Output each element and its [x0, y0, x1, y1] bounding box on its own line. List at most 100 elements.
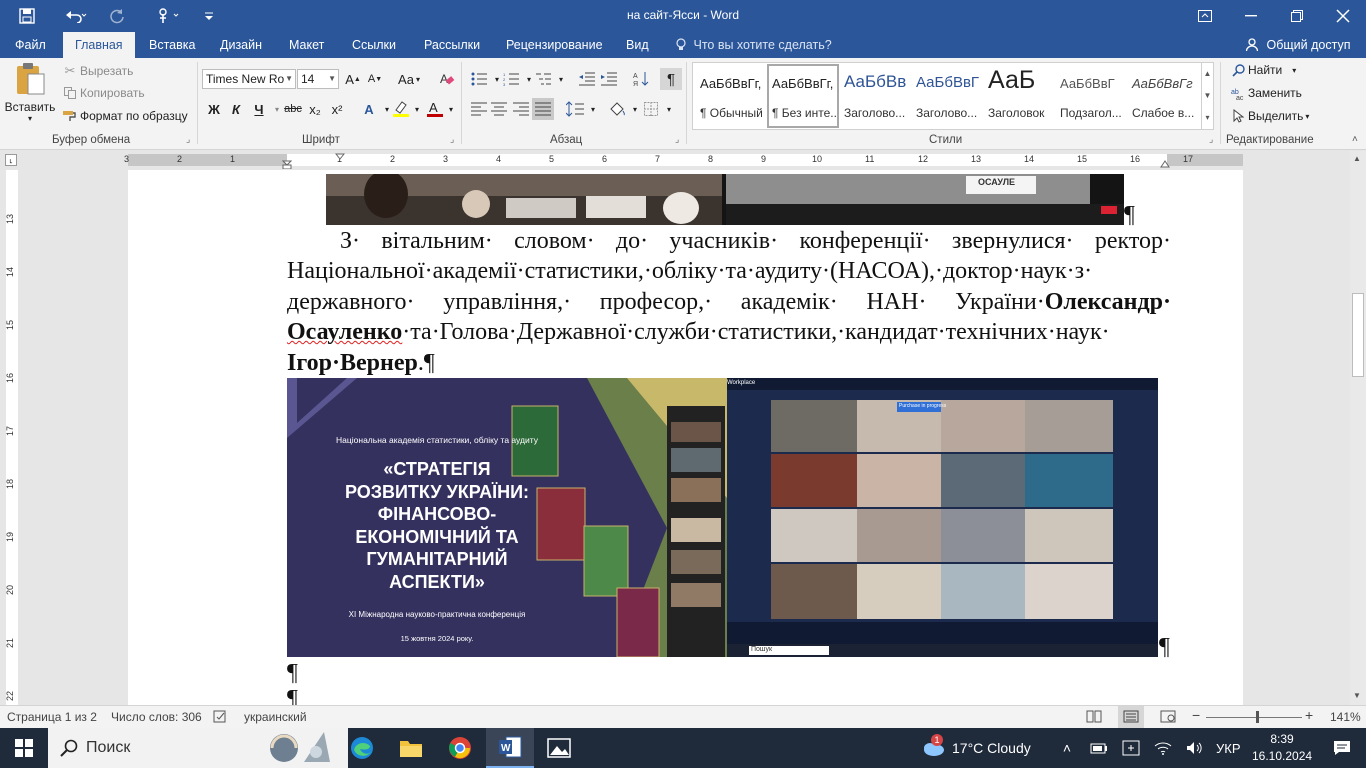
page-count[interactable]: Страница 1 из 2: [7, 710, 97, 724]
tab-selector[interactable]: ˪: [5, 154, 17, 166]
battery-icon[interactable]: [1084, 728, 1114, 768]
select-button[interactable]: Выделить ▾: [1230, 109, 1309, 123]
font-size-combo[interactable]: 14 ▼: [297, 69, 339, 89]
language-indicator[interactable]: украинский: [244, 710, 307, 724]
word-taskbar-icon[interactable]: W: [486, 728, 534, 768]
chrome-icon[interactable]: [436, 728, 484, 768]
shrink-font-icon[interactable]: A ▼: [364, 68, 386, 90]
volume-icon[interactable]: [1180, 728, 1210, 768]
chevron-down-icon[interactable]: ▼: [1202, 85, 1213, 107]
style-subtitle[interactable]: АаБбВвГ Подзагол...: [1055, 64, 1127, 128]
style-title[interactable]: АаБ Заголовок: [983, 64, 1055, 128]
chevron-up-icon[interactable]: ▲: [1353, 154, 1361, 163]
ribbon-display-icon[interactable]: [1182, 0, 1228, 32]
web-layout-icon[interactable]: [1160, 710, 1176, 726]
indent-marker[interactable]: [281, 151, 293, 172]
copy-button[interactable]: Копировать: [62, 86, 145, 100]
style-no-spacing[interactable]: АаБбВвГг, ¶ Без инте...: [767, 64, 839, 128]
proofing-icon[interactable]: [213, 710, 229, 726]
style-heading-1[interactable]: АаБбВв Заголово...: [839, 64, 911, 128]
tell-me-box[interactable]: Что вы хотите сделать?: [676, 32, 832, 58]
style-subtle-emphasis[interactable]: АаБбВвГг Слабое в...: [1127, 64, 1203, 128]
tab-design[interactable]: Дизайн: [208, 32, 274, 58]
clock[interactable]: 8:39 16.10.2024: [1252, 731, 1312, 765]
replace-button[interactable]: ab ac Заменить: [1230, 86, 1302, 100]
tablet-mode-icon[interactable]: [1116, 728, 1146, 768]
weather-text[interactable]: 17°C Cloudy: [952, 728, 1031, 768]
share-button[interactable]: Общий доступ: [1240, 32, 1350, 58]
align-center-icon[interactable]: [488, 98, 510, 120]
weather-icon[interactable]: 1: [916, 728, 950, 768]
chevron-down-icon[interactable]: ▾: [582, 98, 604, 120]
edge-icon[interactable]: [338, 728, 386, 768]
zoom-slider-thumb[interactable]: [1256, 711, 1259, 723]
input-language[interactable]: УКР: [1216, 728, 1241, 768]
scrollbar-thumb[interactable]: [1352, 293, 1364, 377]
tab-view[interactable]: Вид: [614, 32, 661, 58]
tab-insert[interactable]: Вставка: [137, 32, 207, 58]
chevron-down-icon[interactable]: ▼: [1353, 691, 1361, 700]
align-left-icon[interactable]: [468, 98, 490, 120]
vertical-scrollbar[interactable]: ▲ ▼: [1350, 151, 1366, 705]
taskbar-search[interactable]: Поиск: [48, 728, 348, 768]
chevron-down-icon[interactable]: ▾: [658, 98, 680, 120]
subscript-button[interactable]: x₂: [304, 98, 326, 120]
cut-button[interactable]: ✂ Вырезать: [62, 63, 134, 79]
format-painter-button[interactable]: Формат по образцу: [62, 109, 188, 123]
italic-button[interactable]: К: [225, 98, 247, 120]
sort-icon[interactable]: АЯ: [630, 68, 652, 90]
page[interactable]: ОСАУЛЕ ¶ З· вітальним· словом· до· учасн…: [128, 170, 1243, 705]
chevron-down-icon[interactable]: ▾: [550, 68, 572, 90]
font-name-combo[interactable]: Times New Ro ▼: [202, 69, 296, 89]
find-button[interactable]: Найти ▾: [1230, 63, 1296, 77]
dialog-launcher-icon[interactable]: ⌟: [675, 134, 679, 145]
body-paragraph[interactable]: З· вітальним· словом· до· учасників· кон…: [287, 226, 1171, 378]
superscript-button[interactable]: x²: [326, 98, 348, 120]
style-normal[interactable]: АаБбВвГг, ¶ Обычный: [695, 64, 767, 128]
collapse-ribbon-icon[interactable]: ˄: [1352, 134, 1358, 145]
dialog-launcher-icon[interactable]: ⌟: [450, 134, 454, 145]
more-styles-icon[interactable]: ▾: [1202, 107, 1213, 129]
align-right-icon[interactable]: [510, 98, 532, 120]
zoom-level[interactable]: 141%: [1330, 710, 1361, 724]
windows-start-icon[interactable]: [0, 728, 48, 768]
tab-references[interactable]: Ссылки: [340, 32, 408, 58]
tab-layout[interactable]: Макет: [277, 32, 336, 58]
dialog-launcher-icon[interactable]: ⌟: [1209, 134, 1213, 145]
wifi-icon[interactable]: [1148, 728, 1178, 768]
decrease-indent-icon[interactable]: [576, 68, 598, 90]
photos-icon[interactable]: [535, 728, 583, 768]
chevron-down-icon[interactable]: ▾: [440, 98, 462, 120]
grow-font-icon[interactable]: A ▲: [342, 68, 364, 90]
show-formatting-button[interactable]: ¶: [660, 68, 682, 90]
zoom-out-icon[interactable]: −: [1192, 707, 1200, 723]
paste-button[interactable]: Вставить ▾: [5, 62, 55, 128]
zoom-in-icon[interactable]: +: [1305, 707, 1313, 723]
change-case-button[interactable]: Aa ▾: [394, 68, 424, 90]
clear-formatting-icon[interactable]: A: [436, 68, 458, 90]
tab-file[interactable]: Файл: [3, 32, 58, 58]
read-mode-icon[interactable]: [1086, 710, 1102, 726]
tab-review[interactable]: Рецензирование: [494, 32, 615, 58]
file-explorer-icon[interactable]: [387, 728, 435, 768]
dialog-launcher-icon[interactable]: ⌟: [186, 134, 190, 145]
tab-mailings[interactable]: Рассылки: [412, 32, 492, 58]
style-heading-2[interactable]: АаБбВвГ Заголово...: [911, 64, 983, 128]
tab-home[interactable]: Главная: [63, 32, 135, 58]
chevron-up-icon[interactable]: ▲: [1202, 63, 1213, 85]
styles-scroll[interactable]: ▲ ▼ ▾: [1201, 63, 1213, 129]
word-count[interactable]: Число слов: 306: [111, 710, 202, 724]
notification-icon[interactable]: [1318, 728, 1366, 768]
bold-button[interactable]: Ж: [203, 98, 225, 120]
increase-indent-icon[interactable]: [598, 68, 620, 90]
strikethrough-button[interactable]: abc: [282, 98, 304, 120]
justify-icon[interactable]: [532, 98, 554, 120]
restore-icon[interactable]: [1274, 0, 1320, 32]
chevron-up-icon[interactable]: ˄: [1052, 728, 1082, 768]
close-icon[interactable]: [1320, 0, 1366, 32]
print-layout-icon[interactable]: [1118, 706, 1144, 728]
right-indent-marker[interactable]: [1160, 157, 1170, 171]
zoom-slider[interactable]: [1206, 717, 1302, 718]
minimize-icon[interactable]: [1228, 0, 1274, 32]
first-line-indent-marker[interactable]: [334, 151, 346, 165]
